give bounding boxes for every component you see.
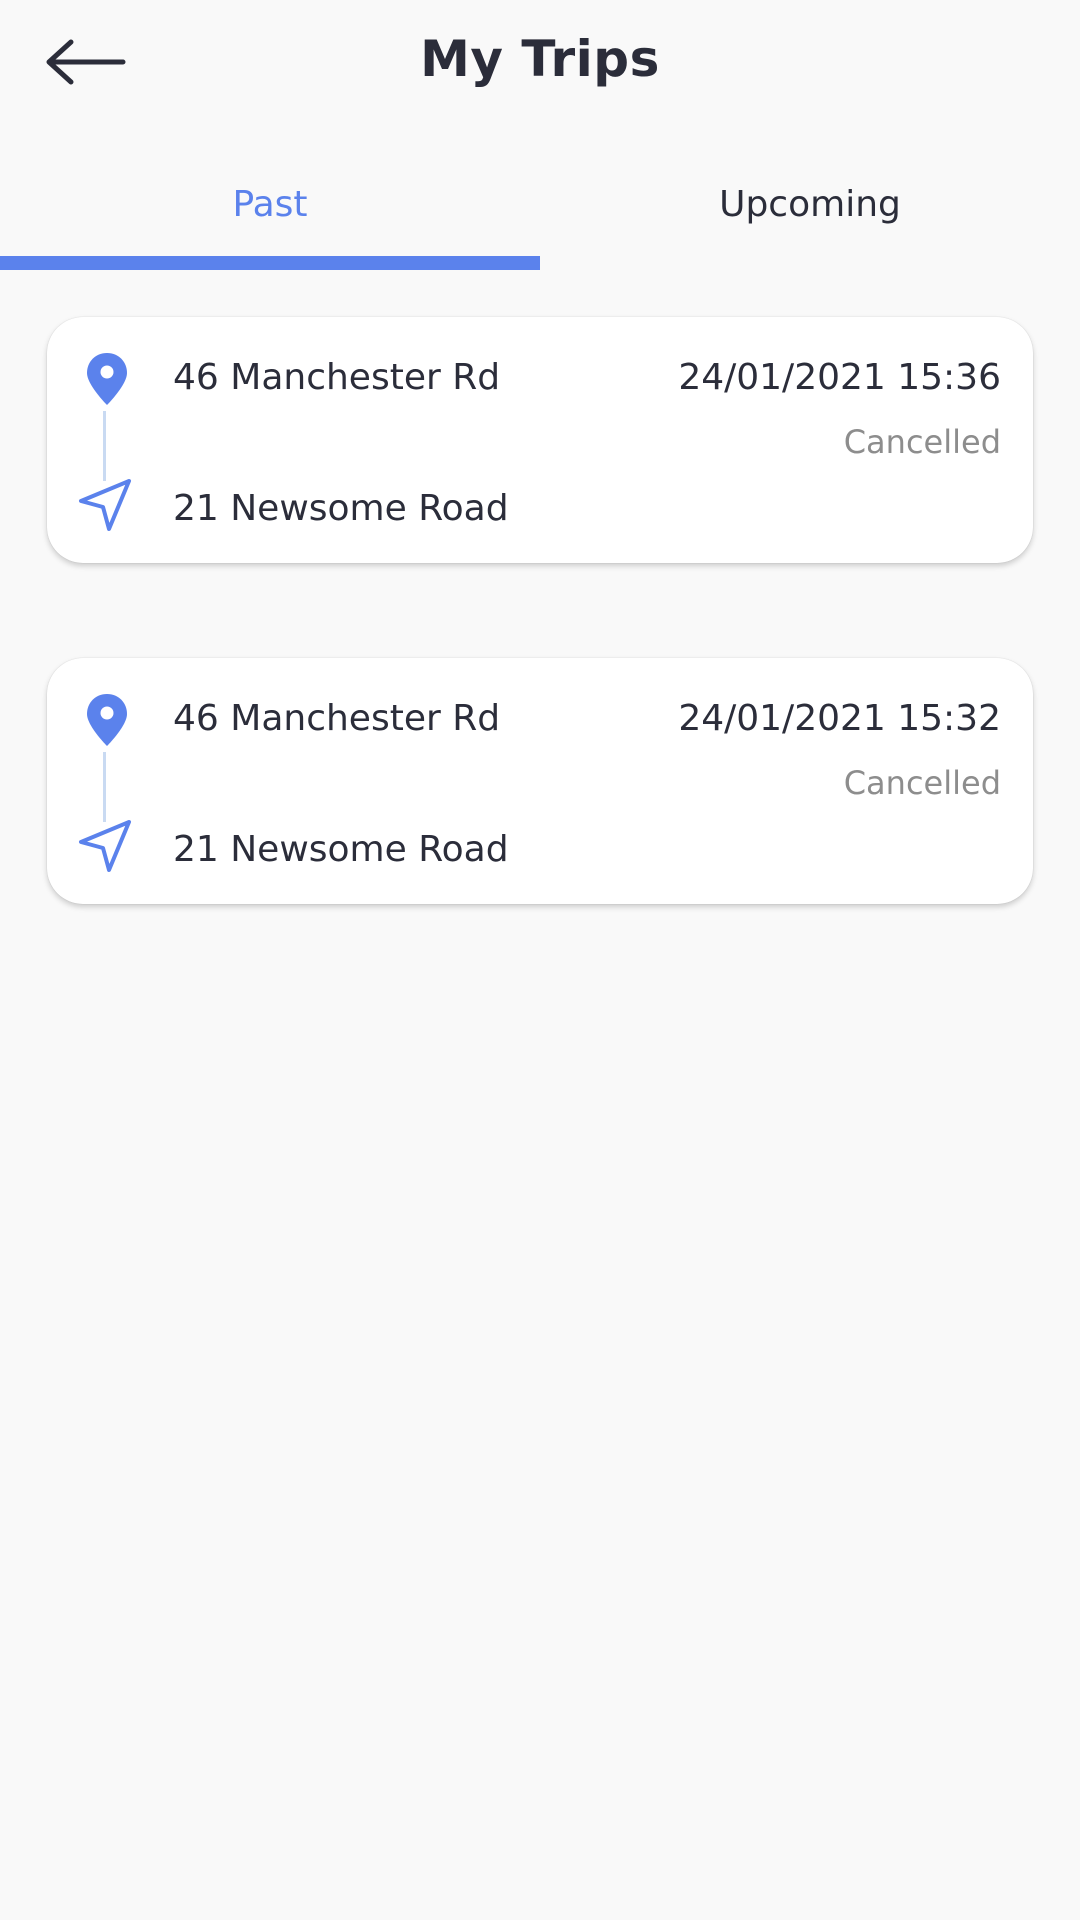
trip-status: Cancelled <box>843 764 1001 802</box>
navigation-arrow-icon <box>79 479 131 531</box>
trip-card[interactable]: 46 Manchester Rd 21 Newsome Road 24/01/2… <box>47 658 1033 904</box>
navigation-arrow-icon <box>79 820 131 872</box>
trip-datetime: 24/01/2021 15:36 <box>678 357 1001 398</box>
trip-datetime: 24/01/2021 15:32 <box>678 698 1001 739</box>
page-title: My Trips <box>420 30 660 88</box>
map-pin-icon <box>87 353 127 405</box>
tab-upcoming[interactable]: Upcoming <box>540 150 1080 258</box>
trip-status: Cancelled <box>843 423 1001 461</box>
header: My Trips <box>0 0 1080 130</box>
trip-tabs: Past Upcoming <box>0 150 1080 270</box>
my-trips-screen: My Trips Past Upcoming 46 Manchester Rd … <box>0 0 1080 1920</box>
route-line <box>103 411 106 481</box>
pickup-address: 46 Manchester Rd <box>173 698 501 739</box>
route-line <box>103 752 106 822</box>
active-tab-indicator <box>0 256 540 270</box>
dropoff-address: 21 Newsome Road <box>173 829 509 870</box>
pickup-address: 46 Manchester Rd <box>173 357 501 398</box>
tab-past[interactable]: Past <box>0 150 540 258</box>
dropoff-address: 21 Newsome Road <box>173 488 509 529</box>
map-pin-icon <box>87 694 127 746</box>
trip-card[interactable]: 46 Manchester Rd 21 Newsome Road 24/01/2… <box>47 317 1033 563</box>
